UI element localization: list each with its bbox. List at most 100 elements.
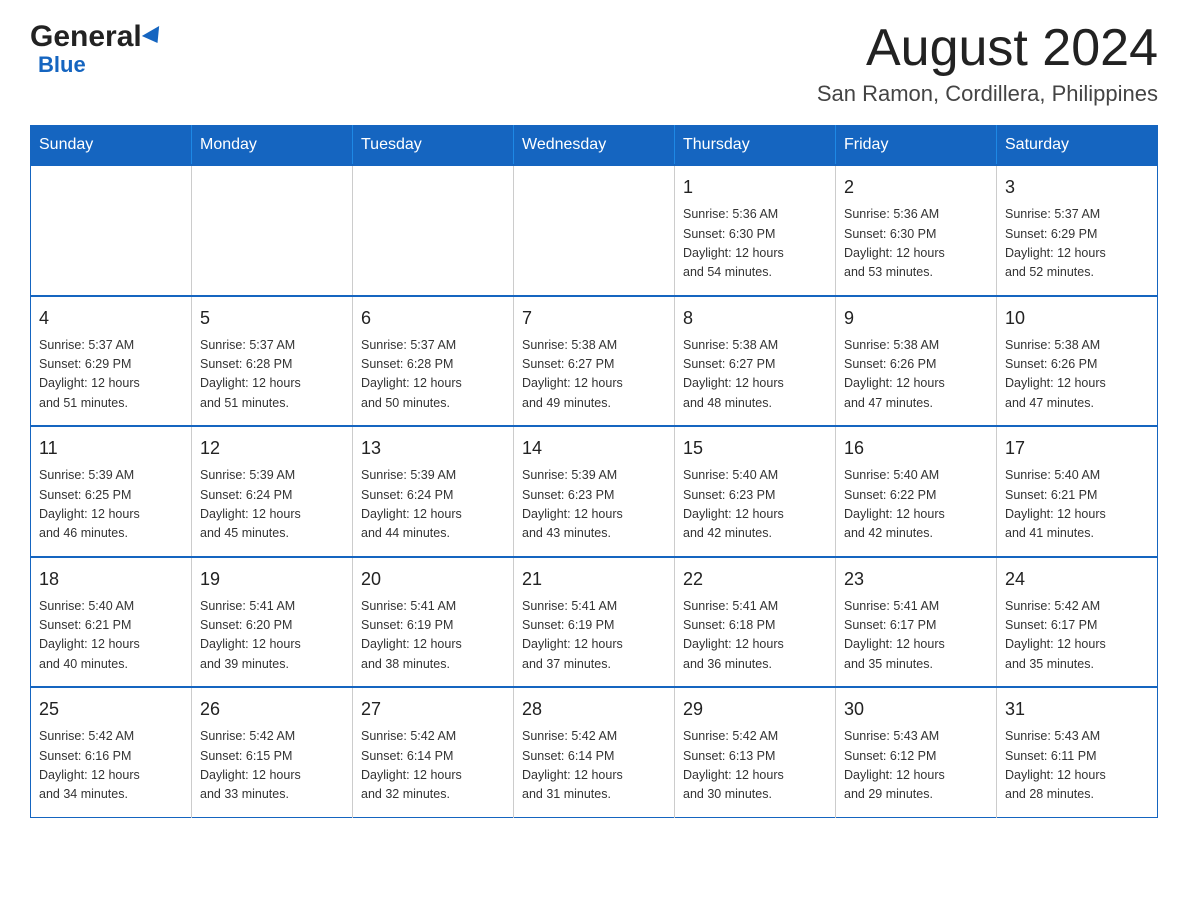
calendar-cell: 2Sunrise: 5:36 AMSunset: 6:30 PMDaylight… — [836, 165, 997, 296]
day-info: Sunrise: 5:41 AMSunset: 6:17 PMDaylight:… — [844, 597, 988, 675]
calendar-cell: 4 Sunrise: 5:37 AMSunset: 6:29 PMDaylight… — [31, 296, 192, 427]
calendar-cell — [514, 165, 675, 296]
day-number: 1 — [683, 174, 827, 201]
calendar-cell: 12Sunrise: 5:39 AMSunset: 6:24 PMDayligh… — [192, 426, 353, 557]
day-info: Sunrise: 5:37 AMSunset: 6:29 PMDaylight:… — [39, 336, 183, 414]
day-number: 19 — [200, 566, 344, 593]
weekday-header-row: SundayMondayTuesdayWednesdayThursdayFrid… — [31, 126, 1158, 166]
calendar-subtitle: San Ramon, Cordillera, Philippines — [817, 81, 1158, 107]
day-number: 4 — [39, 305, 183, 332]
calendar-cell: 10 Sunrise: 5:38 AMSunset: 6:26 PMDayligh… — [997, 296, 1158, 427]
day-number: 10 — [1005, 305, 1149, 332]
calendar-cell: 30 Sunrise: 5:43 AMSunset: 6:12 PMDayligh… — [836, 687, 997, 817]
calendar-cell: 25 Sunrise: 5:42 AMSunset: 6:16 PMDayligh… — [31, 687, 192, 817]
day-number: 15 — [683, 435, 827, 462]
day-info: Sunrise: 5:40 AMSunset: 6:21 PMDaylight:… — [1005, 466, 1149, 544]
day-info: Sunrise: 5:42 AMSunset: 6:17 PMDaylight:… — [1005, 597, 1149, 675]
day-info: Sunrise: 5:39 AMSunset: 6:23 PMDaylight:… — [522, 466, 666, 544]
day-info: Sunrise: 5:42 AMSunset: 6:14 PMDaylight:… — [361, 727, 505, 805]
calendar-cell: 29Sunrise: 5:42 AMSunset: 6:13 PMDayligh… — [675, 687, 836, 817]
calendar-cell: 27 Sunrise: 5:42 AMSunset: 6:14 PMDayligh… — [353, 687, 514, 817]
weekday-header-sunday: Sunday — [31, 126, 192, 166]
calendar-cell: 28Sunrise: 5:42 AMSunset: 6:14 PMDayligh… — [514, 687, 675, 817]
day-number: 30 — [844, 696, 988, 723]
calendar-cell: 21 Sunrise: 5:41 AMSunset: 6:19 PMDayligh… — [514, 557, 675, 688]
calendar-cell: 6 Sunrise: 5:37 AMSunset: 6:28 PMDaylight… — [353, 296, 514, 427]
day-info: Sunrise: 5:36 AMSunset: 6:30 PMDaylight:… — [683, 205, 827, 283]
day-number: 29 — [683, 696, 827, 723]
logo-blue: Blue — [38, 52, 86, 78]
day-number: 13 — [361, 435, 505, 462]
calendar-cell: 8 Sunrise: 5:38 AMSunset: 6:27 PMDaylight… — [675, 296, 836, 427]
day-info: Sunrise: 5:41 AMSunset: 6:20 PMDaylight:… — [200, 597, 344, 675]
day-info: Sunrise: 5:38 AMSunset: 6:27 PMDaylight:… — [683, 336, 827, 414]
calendar-cell: 26Sunrise: 5:42 AMSunset: 6:15 PMDayligh… — [192, 687, 353, 817]
calendar-body: 1 Sunrise: 5:36 AMSunset: 6:30 PMDaylight… — [31, 165, 1158, 817]
day-number: 8 — [683, 305, 827, 332]
weekday-header-friday: Friday — [836, 126, 997, 166]
day-number: 26 — [200, 696, 344, 723]
calendar-cell: 23 Sunrise: 5:41 AMSunset: 6:17 PMDayligh… — [836, 557, 997, 688]
day-info: Sunrise: 5:42 AMSunset: 6:14 PMDaylight:… — [522, 727, 666, 805]
logo: General Blue — [30, 20, 164, 78]
calendar-cell: 14 Sunrise: 5:39 AMSunset: 6:23 PMDayligh… — [514, 426, 675, 557]
week-row-3: 11 Sunrise: 5:39 AMSunset: 6:25 PMDayligh… — [31, 426, 1158, 557]
logo-general-text: General — [30, 20, 164, 54]
day-number: 25 — [39, 696, 183, 723]
calendar-cell: 18 Sunrise: 5:40 AMSunset: 6:21 PMDayligh… — [31, 557, 192, 688]
logo-arrow-icon — [142, 26, 166, 48]
day-info: Sunrise: 5:36 AMSunset: 6:30 PMDaylight:… — [844, 205, 988, 283]
weekday-header-thursday: Thursday — [675, 126, 836, 166]
day-info: Sunrise: 5:40 AMSunset: 6:21 PMDaylight:… — [39, 597, 183, 675]
weekday-header-tuesday: Tuesday — [353, 126, 514, 166]
calendar-cell: 9 Sunrise: 5:38 AMSunset: 6:26 PMDaylight… — [836, 296, 997, 427]
day-info: Sunrise: 5:39 AMSunset: 6:24 PMDaylight:… — [361, 466, 505, 544]
day-info: Sunrise: 5:37 AMSunset: 6:29 PMDaylight:… — [1005, 205, 1149, 283]
day-info: Sunrise: 5:41 AMSunset: 6:19 PMDaylight:… — [361, 597, 505, 675]
week-row-5: 25 Sunrise: 5:42 AMSunset: 6:16 PMDayligh… — [31, 687, 1158, 817]
day-number: 16 — [844, 435, 988, 462]
title-area: August 2024 San Ramon, Cordillera, Phili… — [817, 20, 1158, 107]
day-info: Sunrise: 5:41 AMSunset: 6:18 PMDaylight:… — [683, 597, 827, 675]
day-info: Sunrise: 5:39 AMSunset: 6:25 PMDaylight:… — [39, 466, 183, 544]
day-info: Sunrise: 5:37 AMSunset: 6:28 PMDaylight:… — [361, 336, 505, 414]
day-info: Sunrise: 5:38 AMSunset: 6:26 PMDaylight:… — [844, 336, 988, 414]
day-info: Sunrise: 5:41 AMSunset: 6:19 PMDaylight:… — [522, 597, 666, 675]
day-info: Sunrise: 5:38 AMSunset: 6:27 PMDaylight:… — [522, 336, 666, 414]
day-info: Sunrise: 5:40 AMSunset: 6:22 PMDaylight:… — [844, 466, 988, 544]
day-number: 24 — [1005, 566, 1149, 593]
calendar-cell: 5Sunrise: 5:37 AMSunset: 6:28 PMDaylight… — [192, 296, 353, 427]
day-number: 27 — [361, 696, 505, 723]
day-number: 6 — [361, 305, 505, 332]
day-number: 9 — [844, 305, 988, 332]
calendar-cell: 3Sunrise: 5:37 AMSunset: 6:29 PMDaylight… — [997, 165, 1158, 296]
day-info: Sunrise: 5:43 AMSunset: 6:12 PMDaylight:… — [844, 727, 988, 805]
weekday-header-monday: Monday — [192, 126, 353, 166]
day-number: 31 — [1005, 696, 1149, 723]
day-number: 12 — [200, 435, 344, 462]
day-info: Sunrise: 5:42 AMSunset: 6:16 PMDaylight:… — [39, 727, 183, 805]
calendar-cell: 22 Sunrise: 5:41 AMSunset: 6:18 PMDayligh… — [675, 557, 836, 688]
weekday-header-wednesday: Wednesday — [514, 126, 675, 166]
week-row-1: 1 Sunrise: 5:36 AMSunset: 6:30 PMDaylight… — [31, 165, 1158, 296]
calendar-cell: 16 Sunrise: 5:40 AMSunset: 6:22 PMDayligh… — [836, 426, 997, 557]
day-info: Sunrise: 5:38 AMSunset: 6:26 PMDaylight:… — [1005, 336, 1149, 414]
day-number: 23 — [844, 566, 988, 593]
calendar-cell — [353, 165, 514, 296]
day-number: 18 — [39, 566, 183, 593]
calendar-cell: 17 Sunrise: 5:40 AMSunset: 6:21 PMDayligh… — [997, 426, 1158, 557]
calendar-header: SundayMondayTuesdayWednesdayThursdayFrid… — [31, 126, 1158, 166]
calendar-table: SundayMondayTuesdayWednesdayThursdayFrid… — [30, 125, 1158, 818]
day-number: 14 — [522, 435, 666, 462]
day-number: 20 — [361, 566, 505, 593]
week-row-4: 18 Sunrise: 5:40 AMSunset: 6:21 PMDayligh… — [31, 557, 1158, 688]
day-number: 22 — [683, 566, 827, 593]
calendar-cell: 7Sunrise: 5:38 AMSunset: 6:27 PMDaylight… — [514, 296, 675, 427]
day-number: 17 — [1005, 435, 1149, 462]
day-info: Sunrise: 5:40 AMSunset: 6:23 PMDaylight:… — [683, 466, 827, 544]
weekday-header-saturday: Saturday — [997, 126, 1158, 166]
day-number: 11 — [39, 435, 183, 462]
calendar-cell: 20 Sunrise: 5:41 AMSunset: 6:19 PMDayligh… — [353, 557, 514, 688]
calendar-cell: 24 Sunrise: 5:42 AMSunset: 6:17 PMDayligh… — [997, 557, 1158, 688]
day-number: 21 — [522, 566, 666, 593]
